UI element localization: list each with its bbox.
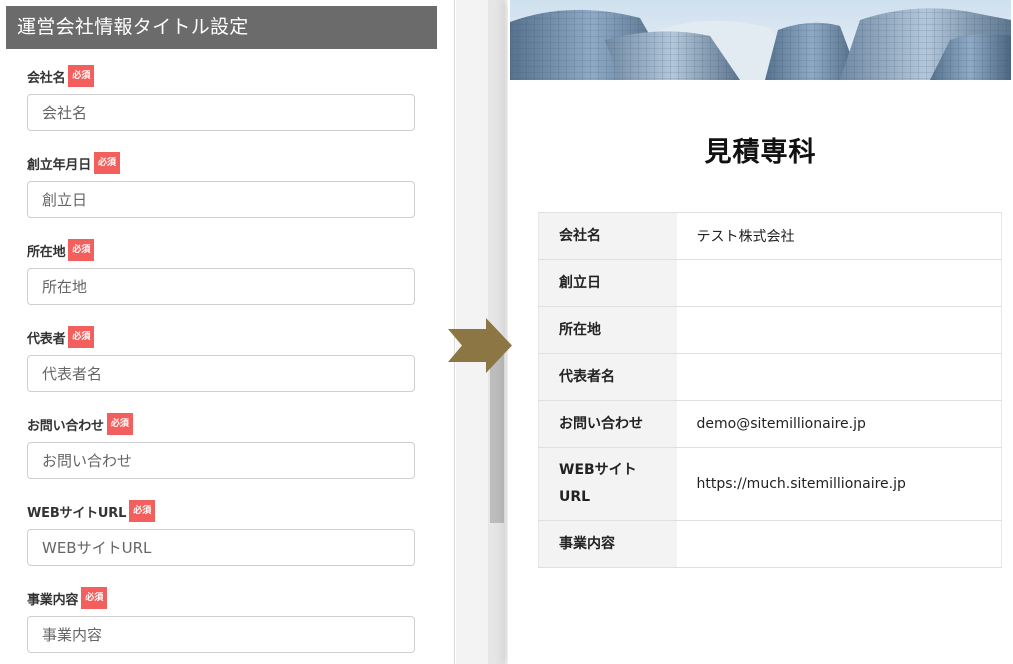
table-value-cell: demo@sitemillionaire.jp [676,400,1002,448]
contact-input[interactable] [27,442,415,479]
field-label-row-company-name: 会社名 必須 [27,65,95,87]
field-label-row-business: 事業内容 必須 [27,587,108,609]
field-label-founded-date: 創立年月日 [27,157,92,173]
required-badge: 必須 [94,152,121,174]
table-value-cell [676,306,1002,354]
building-banner-image [510,0,1011,80]
field-label-website-url: WEBサイトURL [27,505,127,521]
website-url-input[interactable] [27,529,415,566]
table-label-cell: 所在地 [538,306,677,354]
settings-panel: 運営会社情報タイトル設定 会社名 必須 創立年月日 必須 所在地 必須 代表者 … [0,0,455,664]
table-row: 所在地 [538,306,1002,354]
table-label-cell: 創立日 [538,259,677,307]
table-row: お問い合わせ demo@sitemillionaire.jp [538,400,1002,448]
field-label-row-founded-date: 創立年月日 必須 [27,152,121,174]
required-badge: 必須 [68,65,95,87]
founded-date-input[interactable] [27,181,415,218]
table-row: WEBサイト URL https://much.sitemillionaire.… [538,447,1002,521]
table-value-cell: テスト株式会社 [676,212,1002,260]
required-badge: 必須 [129,500,156,522]
field-label-row-representative: 代表者 必須 [27,326,95,348]
app-stage: 運営会社情報タイトル設定 会社名 必須 創立年月日 必須 所在地 必須 代表者 … [0,0,1013,664]
panel-title: 運営会社情報タイトル設定 [6,6,437,49]
field-label-business: 事業内容 [27,592,79,608]
preview-panel: 見積専科 会社名 テスト株式会社 創立日 所在地 代表者名 お問い合わせ dem… [508,0,1013,664]
building-banner-graphic [510,0,1011,80]
field-label-address: 所在地 [27,244,66,260]
required-badge: 必須 [106,413,133,435]
right-arrow-icon [448,318,512,373]
representative-input[interactable] [27,355,415,392]
field-label-contact: お問い合わせ [27,418,104,434]
preview-company-title: 見積専科 [704,137,817,168]
required-badge: 必須 [68,326,95,348]
table-label-cell: 代表者名 [538,353,677,401]
required-badge: 必須 [81,587,108,609]
table-row: 会社名 テスト株式会社 [538,212,1002,260]
table-label-cell: 会社名 [538,212,677,260]
table-value-cell: https://much.sitemillionaire.jp [676,447,1002,521]
table-label-cell: お問い合わせ [538,400,677,448]
table-value-cell [676,353,1002,401]
table-label-cell: WEBサイト URL [538,447,677,521]
field-label-row-website-url: WEBサイトURL 必須 [27,500,156,522]
company-name-input[interactable] [27,94,415,131]
field-label-row-address: 所在地 必須 [27,239,95,261]
table-value-cell [676,259,1002,307]
company-info-table: 会社名 テスト株式会社 創立日 所在地 代表者名 お問い合わせ demo@sit… [538,212,1002,568]
table-row: 事業内容 [538,520,1002,568]
table-row: 創立日 [538,259,1002,307]
table-row: 代表者名 [538,353,1002,401]
field-label-representative: 代表者 [27,331,66,347]
field-label-row-contact: お問い合わせ 必須 [27,413,133,435]
table-label-cell: 事業内容 [538,520,677,568]
required-badge: 必須 [68,239,95,261]
table-value-cell [676,520,1002,568]
field-label-company-name: 会社名 [27,70,66,86]
business-input[interactable] [27,616,415,653]
address-input[interactable] [27,268,415,305]
